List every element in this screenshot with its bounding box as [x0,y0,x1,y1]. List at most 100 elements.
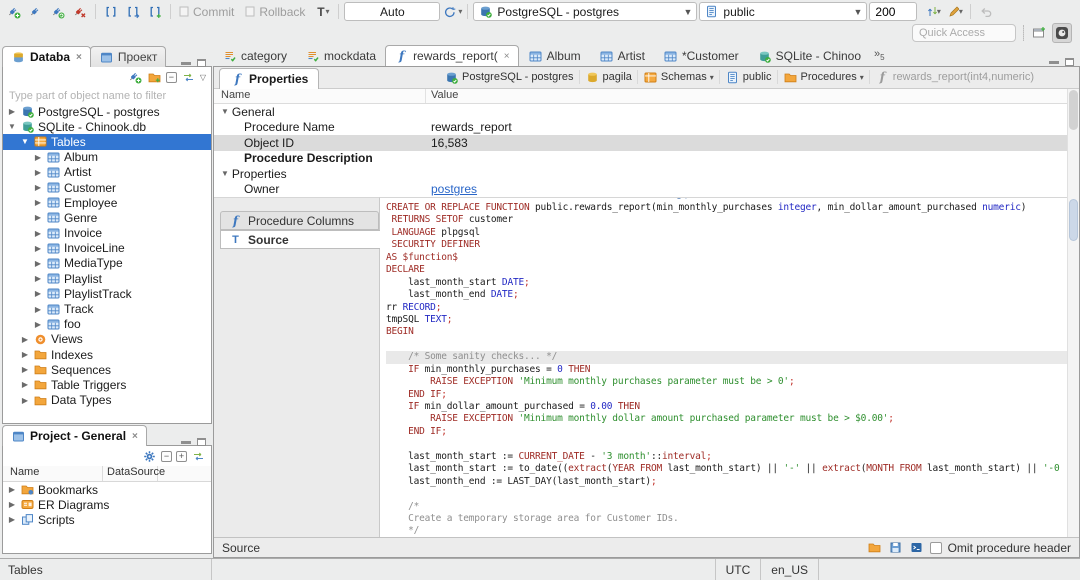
breadcrumb-item-procedures[interactable]: Procedures ▾ [778,70,869,84]
new-sql-editor-button[interactable] [145,2,165,22]
tree-item-indexes[interactable]: ▶ Indexes [3,347,211,362]
disconnect-plug-button[interactable] [70,2,90,22]
tree-item-album[interactable]: ▶ Album [3,150,211,165]
new-connection-plug-icon[interactable] [128,70,143,84]
property-value[interactable]: 16,583 [426,136,1067,150]
expand-arrow-icon[interactable]: ▶ [20,380,30,389]
collapse-arrow-icon[interactable]: ▼ [221,107,229,116]
reconnect-plug-button[interactable] [48,2,68,22]
tree-item-scripts[interactable]: ▶ Scripts [3,512,211,527]
tree-item-foo[interactable]: ▶ foo [3,317,211,332]
expand-arrow-icon[interactable]: ▶ [33,305,43,314]
editor-tab-customer[interactable]: *Customer [654,45,748,66]
maximize-icon[interactable] [1065,58,1074,66]
brush-button[interactable]: ▾ [945,2,965,22]
column-name[interactable]: Name [214,89,426,103]
gear-icon[interactable] [142,449,157,463]
maximize-icon[interactable] [197,438,206,446]
status-locale[interactable]: en_US [760,559,818,580]
collapse-arrow-icon[interactable]: ▼ [221,169,229,178]
commit-button[interactable]: Commit [176,2,234,22]
commit-mode-combo[interactable]: Auto [344,2,441,21]
tab-properties[interactable]: f Properties [219,68,320,89]
tree-item-tables[interactable]: ▼ Tables [3,134,211,150]
column-name[interactable]: Name [3,466,103,481]
tab-projects[interactable]: Проект [89,46,167,67]
tree-item-invoiceline[interactable]: ▶ InvoiceLine [3,241,211,256]
scrollbar-thumb[interactable] [1069,199,1078,241]
property-row-object-id[interactable]: Object ID 16,583 [214,135,1067,151]
tree-item-postgresql-postgres[interactable]: ▶ PostgreSQL - postgres [3,104,211,119]
expand-arrow-icon[interactable]: ▶ [7,107,17,116]
open-in-sql-console-icon[interactable] [909,541,924,555]
connection-selector[interactable]: PostgreSQL - postgres ▼ [473,2,698,21]
expand-arrow-icon[interactable]: ▶ [33,198,43,207]
new-folder-icon[interactable] [147,70,162,84]
expand-arrow-icon[interactable]: ▶ [33,320,43,329]
expand-arrow-icon[interactable]: ▶ [7,500,17,509]
source-scrollbar[interactable] [1067,197,1079,537]
editor-page-tab-procedure-columns[interactable]: f Procedure Columns [220,211,379,230]
save-to-file-icon[interactable] [888,541,903,555]
tree-item-bookmarks[interactable]: ▶ Bookmarks [3,482,211,497]
hidden-tabs-button[interactable]: »5 [870,48,889,62]
tab-database-navigator[interactable]: Databa × [2,46,91,67]
expand-arrow-icon[interactable]: ▶ [7,485,17,494]
undo-button[interactable] [976,2,996,22]
editor-tab-category[interactable]: category [213,45,296,66]
tree-item-views[interactable]: ▶ Views [3,332,211,347]
maximize-icon[interactable] [197,59,206,67]
property-row-general[interactable]: ▼ General [214,104,1067,120]
link-with-editor-icon[interactable] [181,70,196,84]
tree-item-data-types[interactable]: ▶ Data Types [3,393,211,408]
property-row-procedure-name[interactable]: Procedure Name rewards_report [214,120,1067,136]
property-value[interactable]: rewards_report [426,120,1067,134]
expand-arrow-icon[interactable]: ▶ [33,213,43,222]
column-value[interactable]: Value [426,89,1067,103]
rollback-button[interactable]: Rollback [242,2,305,22]
omit-procedure-header-checkbox[interactable] [929,541,942,554]
sql-editor-button[interactable] [101,2,121,22]
breadcrumb-item-schemas[interactable]: Schemas ▾ [638,70,719,84]
tree-item-mediatype[interactable]: ▶ MediaType [3,256,211,271]
schema-selector[interactable]: public ▼ [699,2,868,21]
open-perspective-button[interactable] [1029,23,1049,43]
expand-arrow-icon[interactable]: ▶ [33,168,43,177]
source-editor[interactable]: ▲▼ CREATE OR REPLACE FUNCTION public.rew… [380,197,1067,537]
property-row-procedure-description[interactable]: Procedure Description [214,151,1067,167]
tree-item-employee[interactable]: ▶ Employee [3,195,211,210]
expand-arrow-icon[interactable]: ▶ [20,350,30,359]
editor-tab-sqlite-chinoo[interactable]: SQLite - Chinoo [748,45,870,66]
expand-arrow-icon[interactable]: ▶ [33,259,43,268]
tree-item-sequences[interactable]: ▶ Sequences [3,362,211,377]
quick-access-input[interactable] [912,24,1016,42]
tree-item-sqlite-chinook-db[interactable]: ▼ SQLite - Chinook.db [3,119,211,134]
minimize-icon[interactable] [1049,60,1059,64]
expand-arrow-icon[interactable]: ▶ [33,244,43,253]
editor-tab-artist[interactable]: Artist [590,45,654,66]
close-icon[interactable]: × [132,431,138,442]
tree-item-customer[interactable]: ▶ Customer [3,180,211,195]
expand-arrow-icon[interactable]: ▶ [33,229,43,238]
tree-item-genre[interactable]: ▶ Genre [3,210,211,225]
expand-all-icon[interactable]: + [176,450,187,462]
close-icon[interactable]: × [504,51,510,62]
editor-tab-mockdata[interactable]: mockdata [296,45,385,66]
collapse-arrow-icon[interactable]: ▼ [7,122,17,131]
tree-item-track[interactable]: ▶ Track [3,301,211,316]
minimize-icon[interactable] [181,440,191,444]
breadcrumb-item-rewards-report-int4-numeric[interactable]: f rewards_report(int4,numeric) [870,70,1039,84]
property-row-properties[interactable]: ▼ Properties [214,166,1067,182]
breadcrumb-item-postgresql-postgres[interactable]: PostgreSQL - postgres [439,70,578,84]
collapse-arrow-icon[interactable]: ▼ [20,137,30,146]
expand-arrow-icon[interactable]: ▶ [33,153,43,162]
tree-item-er-diagrams[interactable]: ▶ ER Diagrams [3,497,211,512]
dbeaver-perspective-button[interactable] [1052,23,1072,43]
expand-arrow-icon[interactable]: ▶ [20,396,30,405]
tree-item-invoice[interactable]: ▶ Invoice [3,226,211,241]
result-set-size-input[interactable] [869,2,918,21]
expand-arrow-icon[interactable]: ▶ [20,335,30,344]
link-with-editor-icon[interactable] [191,449,206,463]
expand-arrow-icon[interactable]: ▶ [7,515,17,524]
connect-plug-button[interactable] [26,2,46,22]
